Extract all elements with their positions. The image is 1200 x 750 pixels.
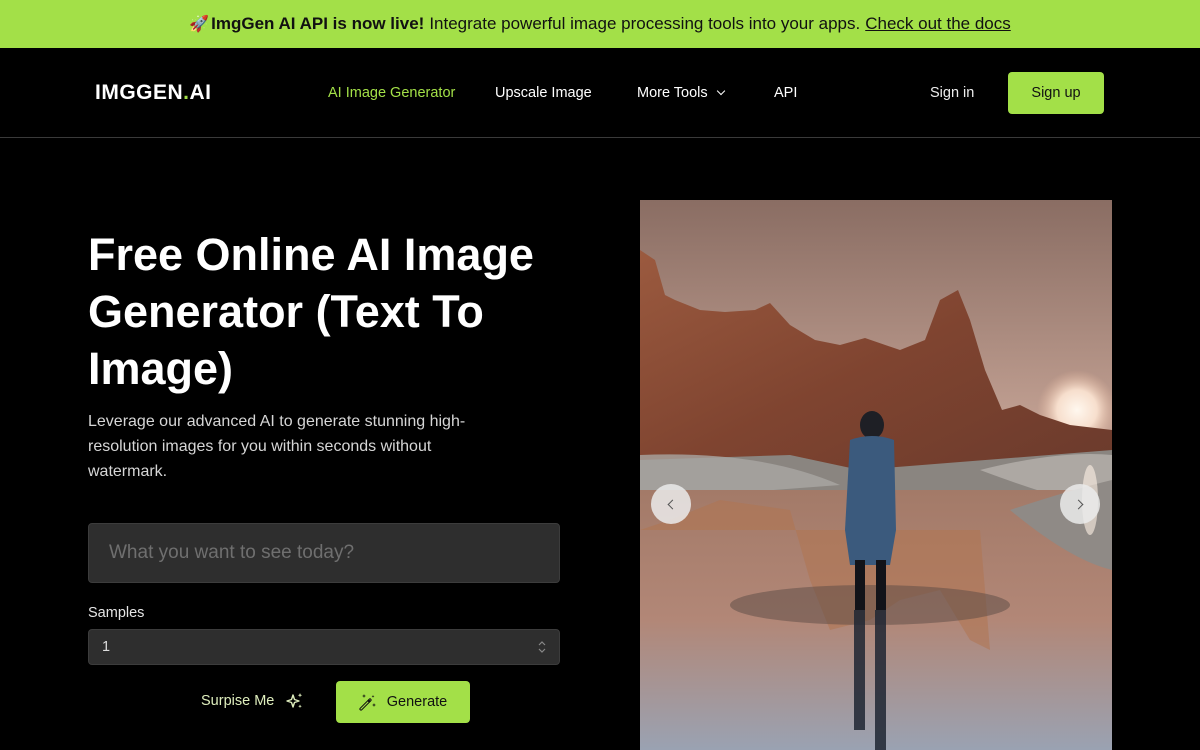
nav-more-tools-label: More Tools	[637, 85, 708, 101]
magic-wand-icon	[359, 694, 376, 711]
prompt-input[interactable]	[88, 523, 560, 583]
logo-main: IMGGEN	[95, 81, 184, 104]
sign-in-link[interactable]: Sign in	[930, 85, 974, 101]
logo[interactable]: IMGGEN.AI	[95, 81, 212, 105]
nav-more-tools[interactable]: More Tools	[637, 85, 725, 101]
chevron-down-icon	[716, 86, 725, 96]
carousel-prev-button[interactable]	[651, 484, 691, 524]
image-carousel	[640, 200, 1112, 750]
nav-api[interactable]: API	[774, 85, 797, 101]
samples-select[interactable]: 1	[88, 629, 560, 665]
samples-label: Samples	[88, 605, 145, 621]
chevron-right-icon	[1073, 499, 1084, 509]
sign-up-button[interactable]: Sign up	[1008, 72, 1104, 114]
generated-sample-image	[640, 200, 1112, 750]
generate-button[interactable]: Generate	[336, 681, 470, 723]
samples-value: 1	[102, 639, 111, 655]
nav-ai-image-generator[interactable]: AI Image Generator	[328, 85, 455, 101]
nav-upscale-image[interactable]: Upscale Image	[495, 85, 592, 101]
announcement-banner: 🚀 ImgGen AI API is now live! Integrate p…	[0, 0, 1200, 48]
surprise-me-label: Surpise Me	[201, 693, 275, 709]
banner-text: Integrate powerful image processing tool…	[429, 14, 861, 33]
docs-link[interactable]: Check out the docs	[865, 14, 1011, 34]
top-navigation: IMGGEN.AI AI Image Generator Upscale Ima…	[0, 48, 1200, 138]
logo-suffix: AI	[189, 81, 212, 104]
carousel-next-button[interactable]	[1060, 484, 1100, 524]
updown-chevron-icon	[538, 641, 546, 653]
generate-label: Generate	[386, 694, 448, 710]
page-title: Free Online AI Image Generator (Text To …	[88, 229, 534, 394]
surprise-me-button[interactable]: Surpise Me	[201, 692, 304, 710]
rocket-icon: 🚀	[189, 16, 210, 33]
banner-headline: ImgGen AI API is now live!	[211, 14, 425, 33]
chevron-left-icon	[667, 499, 678, 509]
page-subtitle: Leverage our advanced AI to generate stu…	[88, 413, 466, 480]
sparkles-icon	[286, 693, 303, 709]
